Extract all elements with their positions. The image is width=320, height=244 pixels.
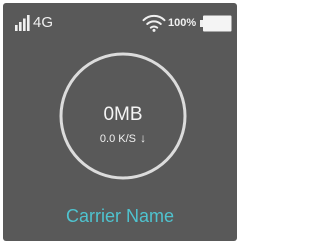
- network-type-label: 4G: [33, 14, 54, 31]
- battery-percent: 100%: [168, 17, 197, 29]
- wifi-icon: [142, 14, 166, 32]
- battery-full-icon: [200, 15, 232, 32]
- device-screen: 4G 100% 0MB 0.0 K/S ↓ Carrier Name: [3, 3, 237, 241]
- speed-value: 0.0 K/S: [99, 133, 136, 145]
- down-arrow-icon: ↓: [140, 131, 147, 145]
- carrier-name: Carrier Name: [65, 206, 175, 226]
- transfer-speed: 0.0 K/S ↓: [58, 132, 188, 146]
- data-used-value: 0MB: [103, 104, 143, 125]
- signal-bars-icon: [15, 15, 30, 31]
